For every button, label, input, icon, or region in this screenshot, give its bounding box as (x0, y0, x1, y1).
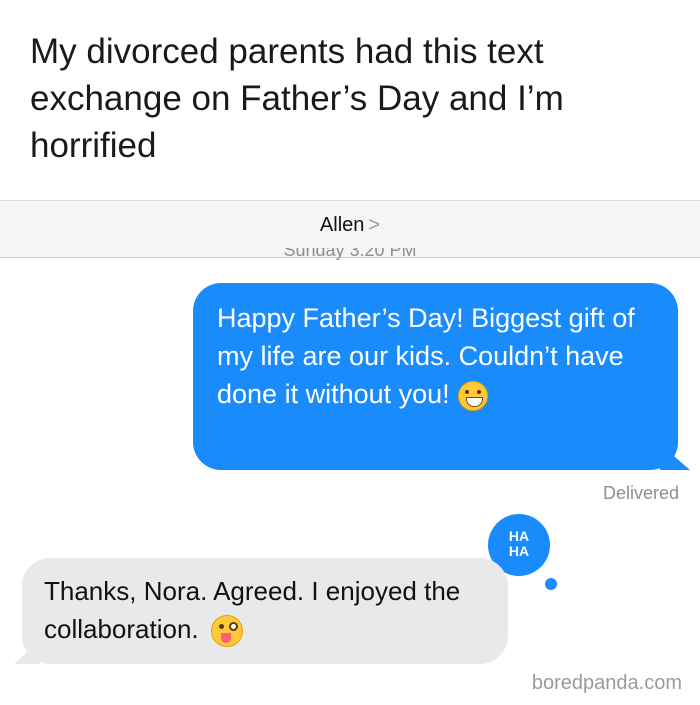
delivery-status: Delivered (602, 483, 679, 503)
grinning-face-icon (457, 380, 488, 411)
outgoing-message-text: Happy Father’s Day! Biggest gift of my l… (217, 303, 635, 409)
incoming-message-text: Thanks, Nora. Agreed. I enjoyed the coll… (44, 576, 461, 644)
source-watermark: boredpanda.com (531, 672, 682, 694)
contact-name-button[interactable]: Allen > (0, 214, 700, 237)
contact-name: Allen (319, 214, 365, 236)
reaction-dot (545, 578, 557, 590)
headline-caption: My divorced parents had this text exchan… (30, 32, 564, 165)
outgoing-bubble-tail (660, 444, 690, 470)
reaction-label-top: HA (508, 528, 530, 544)
incoming-message-bubble[interactable]: Thanks, Nora. Agreed. I enjoyed the coll… (22, 558, 508, 664)
outgoing-message-bubble[interactable]: Happy Father’s Day! Biggest gift of my l… (193, 283, 678, 470)
winking-face-icon (210, 615, 243, 648)
incoming-bubble-tail (14, 640, 40, 664)
reaction-label-bottom: HA (508, 543, 530, 559)
message-timestamp: Sunday 3:20 PM (283, 248, 417, 260)
chevron-right-icon: > (368, 214, 381, 236)
